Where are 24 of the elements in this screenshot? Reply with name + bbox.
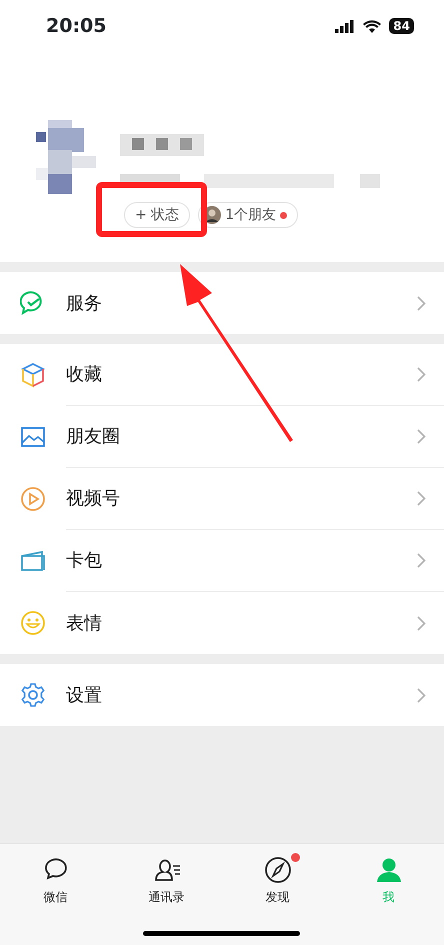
status-time: 20:05 [46,14,106,39]
settings-icon [20,682,46,708]
friends-chip[interactable]: 1个朋友 [198,202,298,228]
chevron-icon [417,688,426,702]
compass-icon [264,856,292,884]
tab[interactable]: 通讯录 [111,844,222,907]
battery-level: 84 [389,18,414,34]
status-button[interactable]: + 状态 [124,202,190,228]
smiley-icon [20,610,46,636]
chevron-icon [417,296,426,310]
image-icon [20,424,46,450]
tab[interactable]: 微信 [0,844,111,907]
signal-icon [335,20,356,32]
chevron-icon [417,616,426,630]
chevron-icon [417,553,426,568]
person-icon [374,856,402,884]
play-icon [20,486,46,512]
cube-icon [20,362,46,388]
wallet-icon [20,548,46,574]
chevron-icon [417,429,426,444]
tab[interactable]: 发现 [222,844,333,907]
wifi-icon [363,20,382,32]
chevron-icon [417,491,426,506]
chevron-icon [417,367,426,382]
